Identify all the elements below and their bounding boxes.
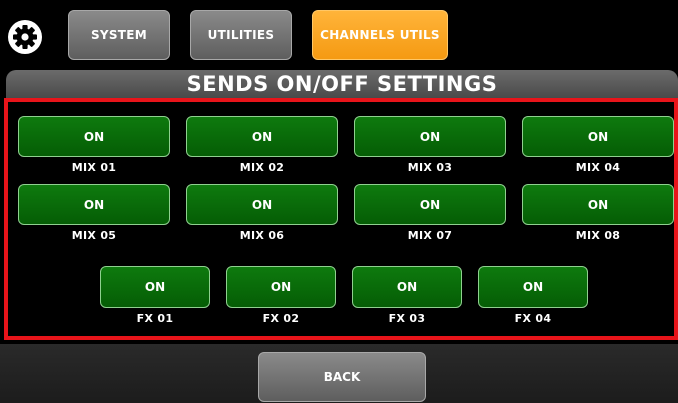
send-label: FX 01 xyxy=(136,312,174,325)
send-label: MIX 05 xyxy=(71,229,117,242)
mix-08-toggle-button[interactable]: ON xyxy=(522,184,674,225)
send-mix-01: ON MIX 01 xyxy=(18,116,170,174)
send-mix-03: ON MIX 03 xyxy=(354,116,506,174)
fx-01-toggle-button[interactable]: ON xyxy=(100,266,210,308)
send-label: MIX 03 xyxy=(407,161,453,174)
tab-channels-utils[interactable]: CHANNELS UTILS xyxy=(312,10,448,60)
mix-06-toggle-button[interactable]: ON xyxy=(186,184,338,225)
send-mix-06: ON MIX 06 xyxy=(186,184,338,242)
tab-system[interactable]: SYSTEM xyxy=(68,10,170,60)
send-mix-05: ON MIX 05 xyxy=(18,184,170,242)
send-mix-08: ON MIX 08 xyxy=(522,184,674,242)
sends-settings-screen: SYSTEM UTILITIES CHANNELS UTILS SENDS ON… xyxy=(0,0,678,403)
mix-03-toggle-button[interactable]: ON xyxy=(354,116,506,157)
tab-label: CHANNELS UTILS xyxy=(320,28,440,42)
send-mix-07: ON MIX 07 xyxy=(354,184,506,242)
sends-panel: ON MIX 01 ON MIX 02 ON MIX 03 ON MIX 04 … xyxy=(4,98,678,340)
gear-icon[interactable] xyxy=(6,18,44,56)
send-fx-03: ON FX 03 xyxy=(352,266,462,325)
fx-04-toggle-button[interactable]: ON xyxy=(478,266,588,308)
send-fx-02: ON FX 02 xyxy=(226,266,336,325)
send-label: FX 04 xyxy=(514,312,552,325)
tab-label: SYSTEM xyxy=(90,28,148,42)
send-label: MIX 08 xyxy=(575,229,621,242)
mix-01-toggle-button[interactable]: ON xyxy=(18,116,170,157)
fx-03-toggle-button[interactable]: ON xyxy=(352,266,462,308)
send-fx-04: ON FX 04 xyxy=(478,266,588,325)
send-label: MIX 01 xyxy=(71,161,117,174)
send-label: FX 02 xyxy=(262,312,300,325)
fx-02-toggle-button[interactable]: ON xyxy=(226,266,336,308)
send-mix-04: ON MIX 04 xyxy=(522,116,674,174)
send-fx-01: ON FX 01 xyxy=(100,266,210,325)
back-button[interactable]: BACK xyxy=(258,352,426,402)
mix-07-toggle-button[interactable]: ON xyxy=(354,184,506,225)
tab-label: UTILITIES xyxy=(207,28,275,42)
send-label: MIX 06 xyxy=(239,229,285,242)
page-title: SENDS ON/OFF SETTINGS xyxy=(186,72,498,96)
mix-04-toggle-button[interactable]: ON xyxy=(522,116,674,157)
send-label: MIX 07 xyxy=(407,229,453,242)
send-mix-02: ON MIX 02 xyxy=(186,116,338,174)
back-label: BACK xyxy=(323,370,361,384)
send-label: MIX 04 xyxy=(575,161,621,174)
send-label: FX 03 xyxy=(388,312,426,325)
title-bar: SENDS ON/OFF SETTINGS xyxy=(6,70,678,98)
mix-05-toggle-button[interactable]: ON xyxy=(18,184,170,225)
tab-utilities[interactable]: UTILITIES xyxy=(190,10,292,60)
mix-02-toggle-button[interactable]: ON xyxy=(186,116,338,157)
send-label: MIX 02 xyxy=(239,161,285,174)
